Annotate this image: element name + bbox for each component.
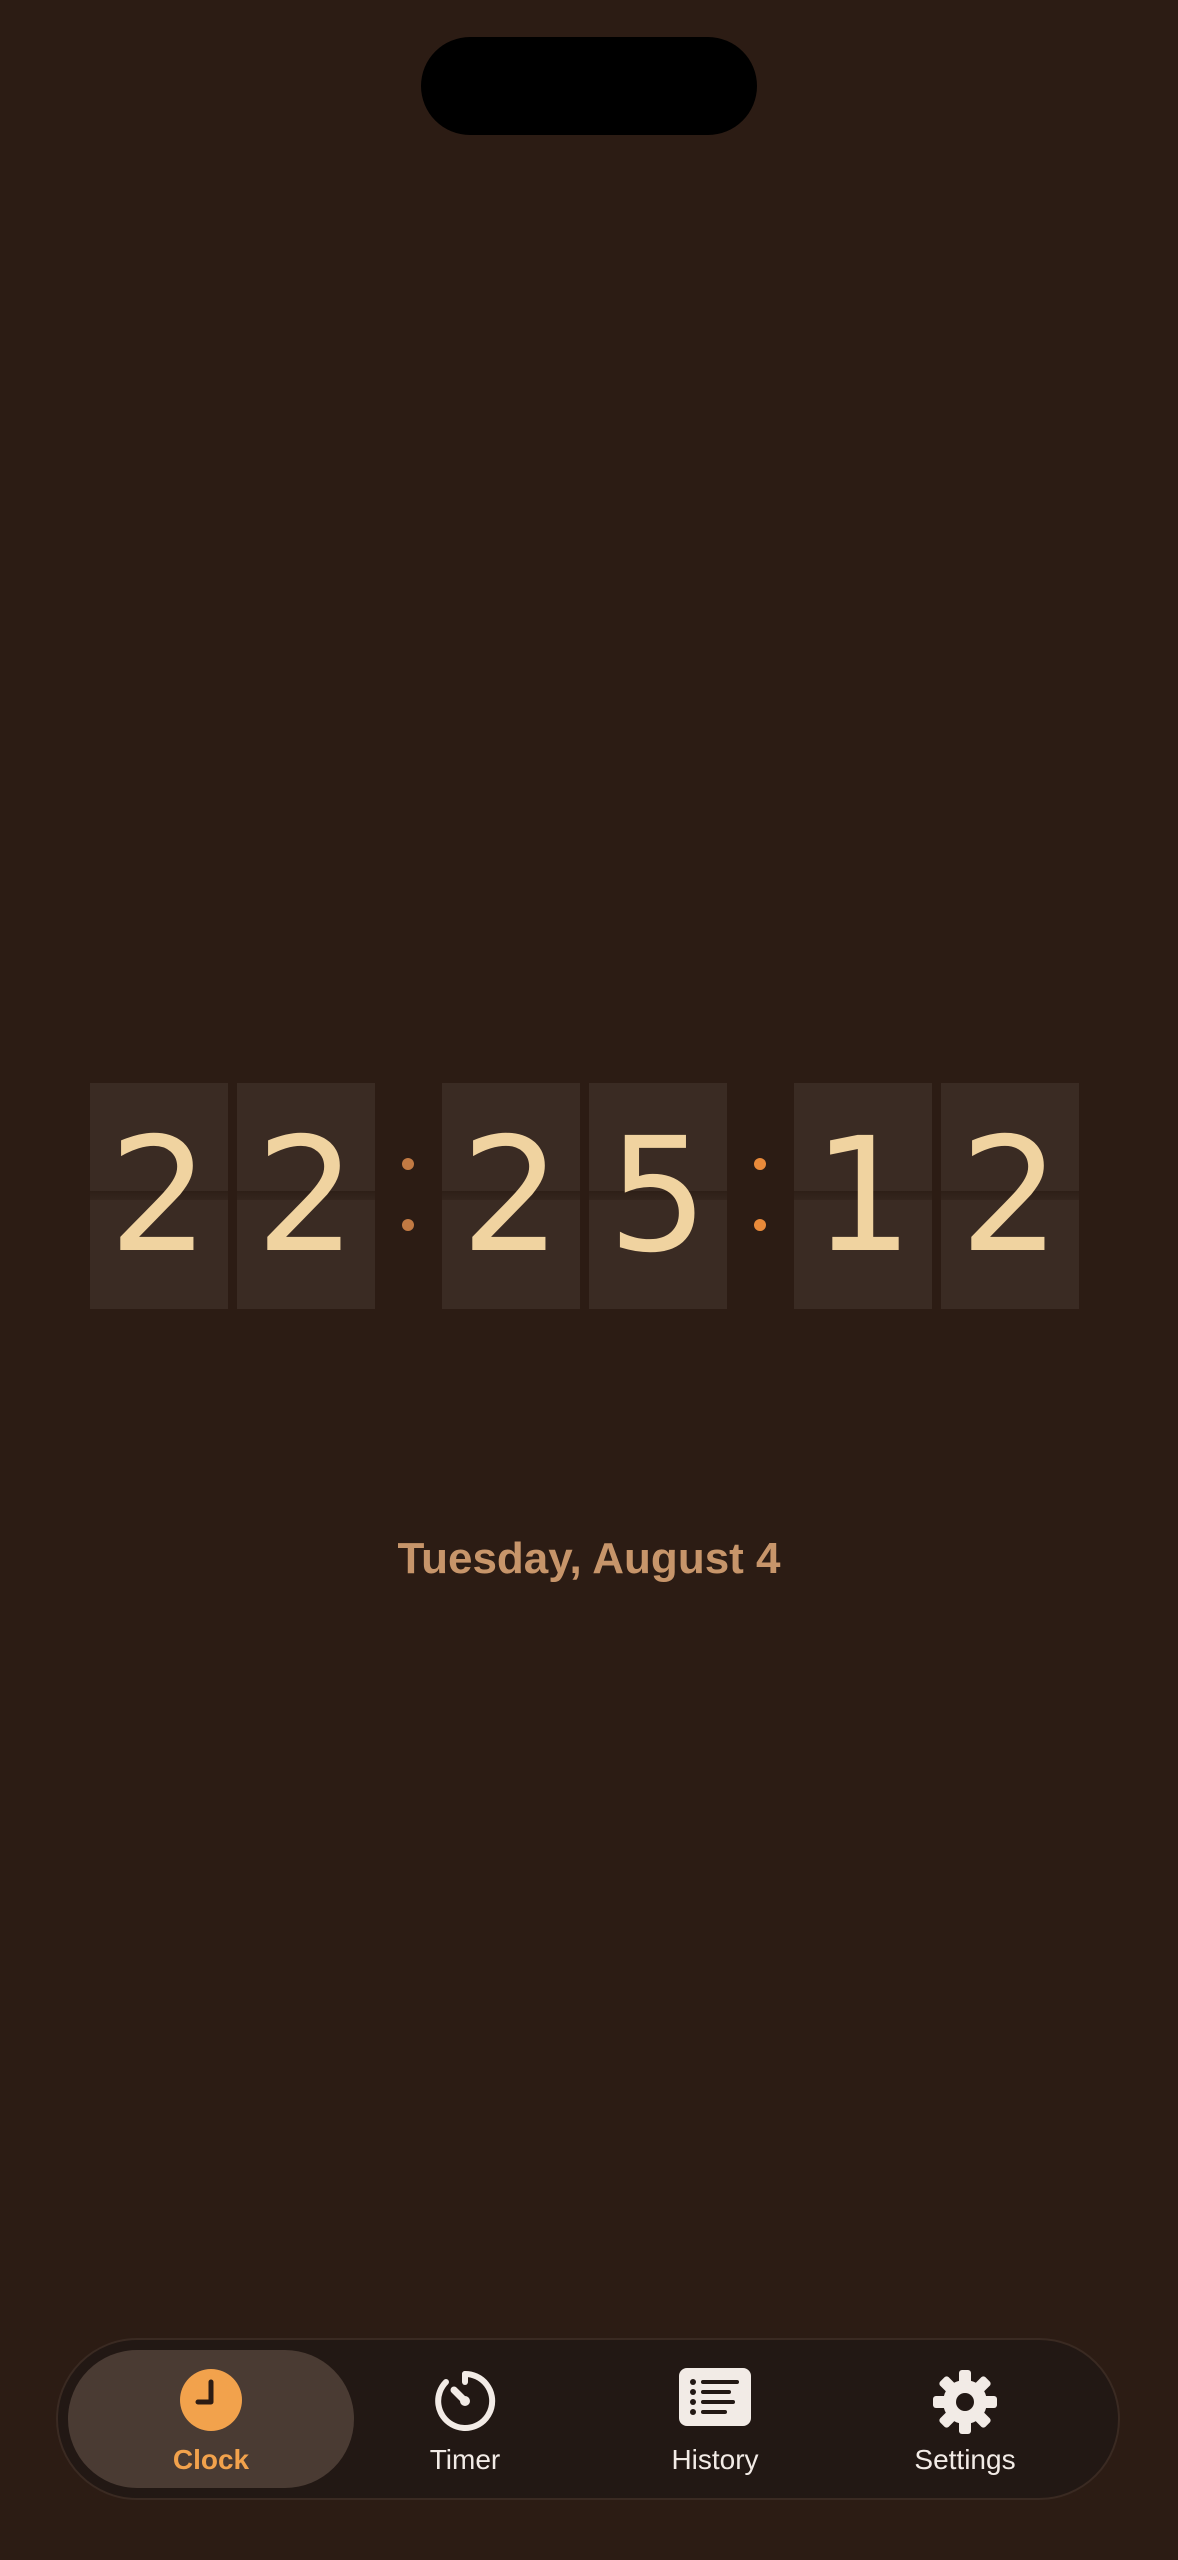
hour-ones-digit: 2 [255, 1104, 357, 1288]
colon-dot [402, 1158, 414, 1170]
minute-tens-tile: 2 [442, 1083, 580, 1309]
tab-settings[interactable]: Settings [840, 2340, 1090, 2498]
dynamic-island [421, 37, 757, 135]
minute-tens-digit: 2 [460, 1104, 562, 1288]
colon-dot [754, 1158, 766, 1170]
date-label: Tuesday, August 4 [397, 1534, 781, 1583]
hour-tens-tile: 2 [90, 1083, 228, 1309]
hour-ones-tile: 2 [237, 1083, 375, 1309]
hour-tens-digit: 2 [108, 1104, 210, 1288]
second-ones-digit: 2 [959, 1104, 1061, 1288]
flip-clock: 2 2 2 5 1 2 [90, 1083, 1080, 1309]
tab-label: History [671, 2444, 759, 2475]
second-tens-tile: 1 [794, 1083, 932, 1309]
tab-label: Timer [429, 2444, 501, 2475]
tab-label: Clock [172, 2444, 250, 2475]
tab-timer[interactable]: Timer [340, 2340, 590, 2498]
second-ones-tile: 2 [941, 1083, 1079, 1309]
gear-icon [931, 2368, 999, 2441]
app-screen: 2 2 2 5 1 2 Tuesday, August 4 Clock Time… [0, 0, 1178, 2560]
minute-ones-digit: 5 [607, 1104, 709, 1288]
tab-bar: Clock Timer History Settings [56, 2338, 1120, 2500]
timer-icon [432, 2368, 498, 2439]
tab-clock[interactable]: Clock [68, 2350, 354, 2488]
tab-label: Settings [914, 2444, 1016, 2475]
list-icon [679, 2368, 751, 2431]
second-tens-digit: 1 [812, 1104, 914, 1288]
colon-dot [402, 1219, 414, 1231]
clock-icon [179, 2368, 243, 2437]
minute-ones-tile: 5 [589, 1083, 727, 1309]
tab-history[interactable]: History [590, 2340, 840, 2498]
colon-dot [754, 1219, 766, 1231]
